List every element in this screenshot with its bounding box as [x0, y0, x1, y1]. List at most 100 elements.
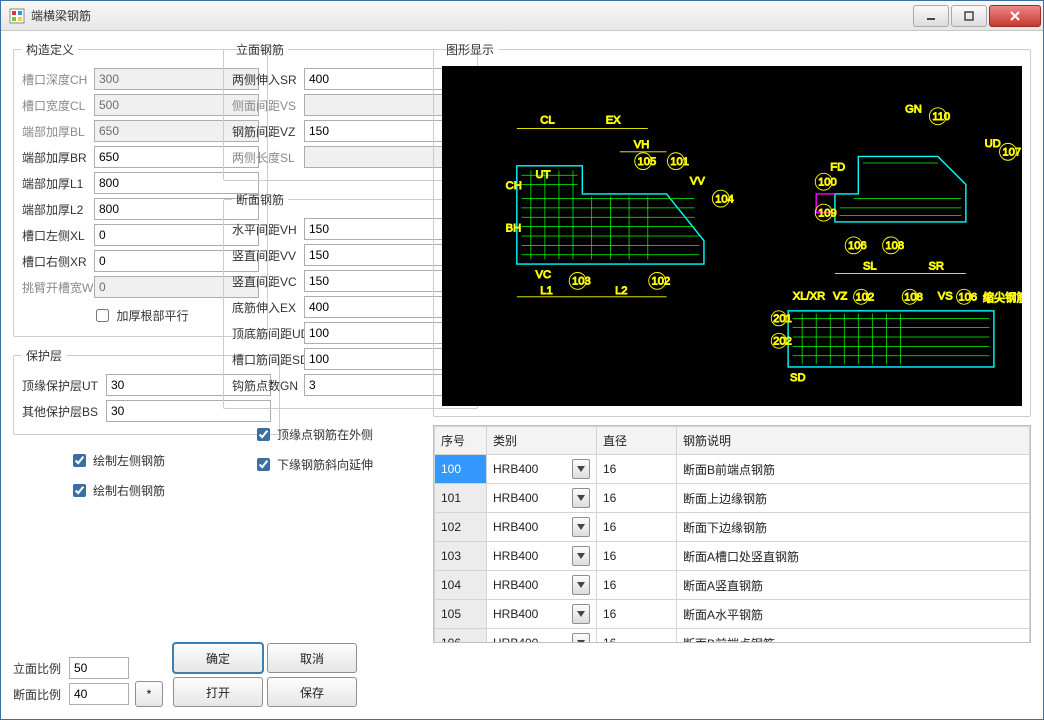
svg-text:UD: UD [985, 138, 1001, 150]
cell-no[interactable]: 102 [435, 513, 487, 542]
rebar-table-container: 序号 类别 直径 钢筋说明 100HRB40016断面B前端点钢筋101HRB4… [433, 425, 1031, 643]
label-CH: 槽口深度CH [22, 71, 94, 88]
cell-type[interactable]: HRB400 [487, 513, 597, 542]
table-row[interactable]: 105HRB40016断面A水平钢筋 [435, 600, 1030, 629]
cell-no[interactable]: 104 [435, 571, 487, 600]
cell-no[interactable]: 101 [435, 484, 487, 513]
svg-text:201: 201 [773, 313, 792, 325]
label-VS: 侧面间距VS [232, 97, 304, 114]
svg-text:101: 101 [670, 156, 689, 168]
label-VV: 竖直间距VV [232, 247, 304, 264]
label-SD: 槽口筋间距SD [232, 351, 304, 368]
chevron-down-icon[interactable] [572, 633, 590, 642]
cell-desc[interactable]: 断面B前端点钢筋 [677, 455, 1030, 484]
cell-desc[interactable]: 断面下边缘钢筋 [677, 513, 1030, 542]
table-row[interactable]: 104HRB40016断面A竖直钢筋 [435, 571, 1030, 600]
chevron-down-icon[interactable] [572, 575, 590, 595]
table-row[interactable]: 106HRB40016断面B前端点钢筋 [435, 629, 1030, 643]
cell-desc[interactable]: 断面A槽口处竖直钢筋 [677, 542, 1030, 571]
check-thicken-parallel[interactable] [96, 309, 109, 322]
check-draw-left[interactable] [73, 454, 86, 467]
check-lower-slant-label: 下缘钢筋斜向延伸 [277, 456, 373, 473]
svg-text:CH: CH [506, 180, 522, 192]
cell-dia[interactable]: 16 [597, 513, 677, 542]
left-checks: 绘制左侧钢筋 绘制右侧钢筋 [13, 449, 213, 501]
label-GN: 钩筋点数GN [232, 377, 304, 394]
chevron-down-icon[interactable] [572, 488, 590, 508]
cell-dia[interactable]: 16 [597, 629, 677, 643]
svg-text:XL/XR: XL/XR [793, 291, 825, 303]
cell-no[interactable]: 105 [435, 600, 487, 629]
star-button[interactable]: * [135, 681, 163, 707]
check-top-outer[interactable] [257, 428, 270, 441]
cell-dia[interactable]: 16 [597, 600, 677, 629]
svg-text:VZ: VZ [833, 291, 847, 303]
label-BR: 端部加厚BR [22, 149, 94, 166]
label-VH: 水平间距VH [232, 221, 304, 238]
cell-dia[interactable]: 16 [597, 542, 677, 571]
cell-type[interactable]: HRB400 [487, 455, 597, 484]
table-row[interactable]: 101HRB40016断面上边缘钢筋 [435, 484, 1030, 513]
svg-text:SD: SD [790, 372, 806, 384]
svg-text:102: 102 [652, 276, 671, 288]
check-draw-right[interactable] [73, 484, 86, 497]
cell-type[interactable]: HRB400 [487, 600, 597, 629]
cell-dia[interactable]: 16 [597, 571, 677, 600]
svg-text:SL: SL [863, 261, 877, 273]
cell-dia[interactable]: 16 [597, 455, 677, 484]
table-row[interactable]: 102HRB40016断面下边缘钢筋 [435, 513, 1030, 542]
cell-no[interactable]: 103 [435, 542, 487, 571]
svg-text:102: 102 [855, 292, 874, 304]
label-BS: 其他保护层BS [22, 403, 106, 420]
minimize-button[interactable] [913, 5, 949, 27]
titlebar: 端横梁钢筋 [1, 1, 1043, 31]
rebar-table-scroll[interactable]: 序号 类别 直径 钢筋说明 100HRB40016断面B前端点钢筋101HRB4… [434, 426, 1030, 642]
check-draw-left-label: 绘制左侧钢筋 [93, 452, 165, 469]
group-graph: 图形显示 [433, 41, 1031, 417]
cell-dia[interactable]: 16 [597, 484, 677, 513]
svg-text:UT: UT [536, 169, 551, 181]
input-sect-ratio[interactable] [69, 683, 129, 705]
cell-desc[interactable]: 断面A水平钢筋 [677, 600, 1030, 629]
close-button[interactable] [989, 5, 1041, 27]
chevron-down-icon[interactable] [572, 604, 590, 624]
save-button[interactable]: 保存 [267, 677, 357, 707]
col-desc[interactable]: 钢筋说明 [677, 427, 1030, 455]
cell-type[interactable]: HRB400 [487, 629, 597, 643]
check-top-outer-label: 顶缘点钢筋在外侧 [277, 426, 373, 443]
chevron-down-icon[interactable] [572, 517, 590, 537]
svg-text:FD: FD [830, 162, 845, 174]
cell-desc[interactable]: 断面上边缘钢筋 [677, 484, 1030, 513]
label-BL: 端部加厚BL [22, 123, 94, 140]
label-EX: 底筋伸入EX [232, 299, 304, 316]
label-sect-ratio: 断面比例 [13, 686, 69, 703]
chevron-down-icon[interactable] [572, 459, 590, 479]
chevron-down-icon[interactable] [572, 546, 590, 566]
check-lower-slant[interactable] [257, 458, 270, 471]
open-button[interactable]: 打开 [173, 677, 263, 707]
table-row[interactable]: 103HRB40016断面A槽口处竖直钢筋 [435, 542, 1030, 571]
group-section-legend: 断面钢筋 [232, 191, 288, 208]
cancel-button[interactable]: 取消 [267, 643, 357, 673]
col-type[interactable]: 类别 [487, 427, 597, 455]
cell-type[interactable]: HRB400 [487, 484, 597, 513]
cell-type[interactable]: HRB400 [487, 571, 597, 600]
input-elev-ratio[interactable] [69, 657, 129, 679]
svg-text:缩尖钢筋: 缩尖钢筋 [983, 290, 1022, 304]
cell-no[interactable]: 106 [435, 629, 487, 643]
maximize-button[interactable] [951, 5, 987, 27]
label-UT: 顶缘保护层UT [22, 377, 106, 394]
col-no[interactable]: 序号 [435, 427, 487, 455]
cell-type[interactable]: HRB400 [487, 542, 597, 571]
col-dia[interactable]: 直径 [597, 427, 677, 455]
table-row[interactable]: 100HRB40016断面B前端点钢筋 [435, 455, 1030, 484]
ok-button[interactable]: 确定 [173, 643, 263, 673]
client-area: 构造定义 槽口深度CH 槽口宽度CL 端部加厚BL 端部加厚BR 端部加厚L1 … [1, 31, 1043, 719]
svg-text:109: 109 [818, 207, 837, 219]
label-elev-ratio: 立面比例 [13, 660, 69, 677]
cell-desc[interactable]: 断面A竖直钢筋 [677, 571, 1030, 600]
cell-no[interactable]: 100 [435, 455, 487, 484]
group-structure-legend: 构造定义 [22, 41, 78, 58]
group-elevation-legend: 立面钢筋 [232, 41, 288, 58]
cell-desc[interactable]: 断面B前端点钢筋 [677, 629, 1030, 643]
